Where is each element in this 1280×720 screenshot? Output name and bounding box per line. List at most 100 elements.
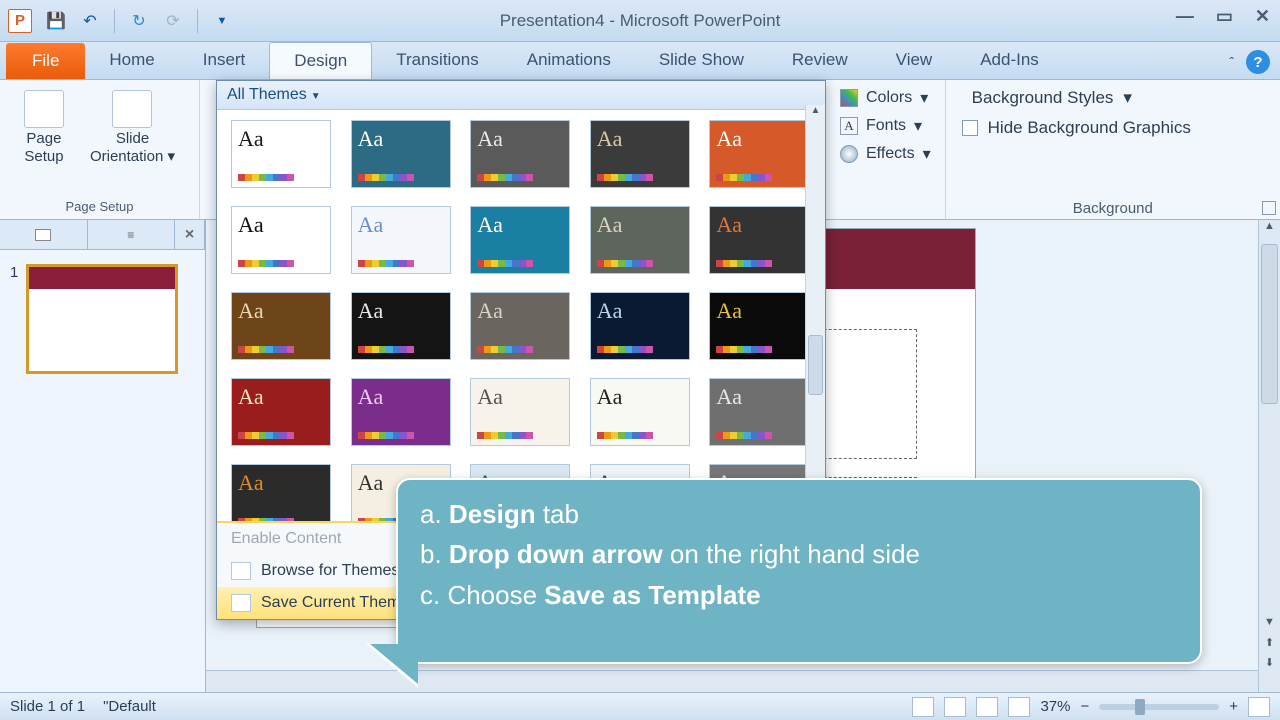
tab-slide-show[interactable]: Slide Show [635, 42, 768, 79]
save-theme-icon [231, 594, 251, 612]
tab-view[interactable]: View [872, 42, 957, 79]
repeat-icon[interactable]: ⟳ [163, 11, 183, 31]
slide-preview [26, 264, 178, 374]
ribbon-tabs: File HomeInsertDesignTransitionsAnimatio… [0, 42, 1280, 80]
page-setup-group: Page Setup Slide Orientation ▾ Page Setu… [0, 80, 200, 219]
theme-thumb[interactable]: Aa [470, 378, 570, 446]
theme-thumb[interactable]: Aa [590, 378, 690, 446]
theme-thumb[interactable]: Aa [709, 378, 809, 446]
theme-thumb[interactable]: Aa [231, 292, 331, 360]
hide-bg-checkbox[interactable]: Hide Background Graphics [962, 118, 1264, 138]
theme-thumb[interactable]: Aa [470, 206, 570, 274]
status-bar: Slide 1 of 1 "Default 37% − + [0, 692, 1280, 720]
reading-view-button[interactable] [976, 697, 998, 717]
theme-thumb[interactable]: Aa [351, 378, 451, 446]
instruction-callout: a. Design tab b. Drop down arrow on the … [396, 478, 1202, 664]
slide-number: 1 [10, 264, 18, 374]
page-setup-button[interactable]: Page Setup [16, 86, 72, 170]
theme-thumb[interactable]: Aa [590, 120, 690, 188]
theme-thumb[interactable]: Aa [709, 292, 809, 360]
orientation-label: Slide Orientation ▾ [90, 130, 175, 166]
scroll-thumb[interactable] [1261, 244, 1278, 404]
theme-thumb[interactable]: Aa [590, 206, 690, 274]
maximize-button[interactable]: ▭ [1216, 6, 1233, 27]
tab-design[interactable]: Design [269, 42, 372, 79]
vertical-scrollbar[interactable]: ▲ ▼ ⬆ ⬇ [1258, 220, 1280, 692]
title-bar: P 💾 ↶ ↻ ⟳ ▼ Presentation4 - Microsoft Po… [0, 0, 1280, 42]
app-icon: P [8, 9, 32, 33]
theme-thumb[interactable]: Aa [709, 120, 809, 188]
page-setup-label: Page Setup [24, 130, 63, 166]
tab-animations[interactable]: Animations [503, 42, 635, 79]
scroll-up-icon[interactable]: ▲ [1259, 220, 1280, 240]
zoom-slider[interactable] [1099, 704, 1219, 710]
checkbox-icon [962, 120, 978, 136]
minimize-button[interactable]: ― [1176, 6, 1194, 27]
close-button[interactable]: ✕ [1255, 6, 1270, 27]
tab-insert[interactable]: Insert [179, 42, 270, 79]
theme-thumb[interactable]: Aa [231, 120, 331, 188]
outline-tab[interactable]: ≡ [88, 220, 176, 249]
group-label: Page Setup [66, 199, 134, 217]
theme-thumb[interactable]: Aa [231, 378, 331, 446]
redo-icon[interactable]: ↻ [129, 11, 149, 31]
slides-tab[interactable] [0, 220, 88, 249]
browse-icon [231, 562, 251, 580]
zoom-thumb[interactable] [1135, 699, 1145, 715]
zoom-level[interactable]: 37% [1040, 698, 1070, 715]
slide-indicator: Slide 1 of 1 [10, 698, 85, 715]
scroll-up-icon[interactable]: ▲ [806, 105, 825, 125]
effects-icon [840, 145, 858, 163]
fonts-icon: A [840, 117, 858, 135]
tab-add-ins[interactable]: Add-Ins [956, 42, 1063, 79]
separator [197, 9, 198, 33]
slideshow-view-button[interactable] [1008, 697, 1030, 717]
theme-thumb[interactable]: Aa [590, 292, 690, 360]
scroll-thumb[interactable] [808, 335, 823, 395]
save-icon[interactable]: 💾 [46, 11, 66, 31]
slide-thumbnail[interactable]: 1 [10, 264, 195, 374]
theme-thumb[interactable]: Aa [351, 292, 451, 360]
qat-dropdown-icon[interactable]: ▼ [212, 11, 232, 31]
quick-access-toolbar: 💾 ↶ ↻ ⟳ ▼ [46, 9, 232, 33]
sorter-view-button[interactable] [944, 697, 966, 717]
effects-button[interactable]: Effects ▾ [840, 144, 931, 164]
slides-tab-icon [35, 229, 51, 241]
orientation-icon [112, 90, 152, 128]
theme-thumb[interactable]: Aa [470, 120, 570, 188]
slide-thumbnail-pane: ≡ × 1 [0, 220, 206, 692]
background-styles-button[interactable]: Background Styles ▾ [962, 88, 1264, 108]
gallery-scrollbar[interactable]: ▲ ▼ [805, 105, 825, 529]
themes-filter-dropdown[interactable]: All Themes [217, 81, 825, 110]
tab-transitions[interactable]: Transitions [372, 42, 503, 79]
tab-home[interactable]: Home [85, 42, 178, 79]
theme-thumb[interactable]: Aa [351, 206, 451, 274]
theme-thumb[interactable]: Aa [351, 120, 451, 188]
background-group: Background Styles ▾ Hide Background Grap… [946, 80, 1280, 219]
pane-tabs: ≡ × [0, 220, 205, 250]
horizontal-scrollbar[interactable] [206, 670, 1258, 692]
undo-icon[interactable]: ↶ [80, 11, 100, 31]
collapse-ribbon-icon[interactable]: ˆ [1229, 54, 1234, 70]
theme-name: "Default [103, 698, 156, 715]
zoom-out-button[interactable]: − [1080, 698, 1089, 715]
theme-thumb[interactable]: Aa [470, 292, 570, 360]
fonts-button[interactable]: AFonts ▾ [840, 116, 931, 136]
colors-icon [840, 89, 858, 107]
dialog-launcher-icon[interactable] [1262, 201, 1276, 215]
prev-slide-icon[interactable]: ⬆ [1259, 636, 1280, 656]
close-pane-button[interactable]: × [175, 220, 205, 249]
slide-orientation-button[interactable]: Slide Orientation ▾ [82, 86, 183, 170]
file-tab[interactable]: File [6, 43, 85, 79]
page-setup-icon [24, 90, 64, 128]
normal-view-button[interactable] [912, 697, 934, 717]
colors-button[interactable]: Colors ▾ [840, 88, 931, 108]
theme-thumb[interactable]: Aa [709, 206, 809, 274]
tab-review[interactable]: Review [768, 42, 872, 79]
help-icon[interactable]: ? [1246, 50, 1270, 74]
scroll-down-icon[interactable]: ▼ [1259, 616, 1280, 636]
fit-to-window-button[interactable] [1248, 697, 1270, 717]
next-slide-icon[interactable]: ⬇ [1259, 656, 1280, 676]
zoom-in-button[interactable]: + [1229, 698, 1238, 715]
theme-thumb[interactable]: Aa [231, 206, 331, 274]
